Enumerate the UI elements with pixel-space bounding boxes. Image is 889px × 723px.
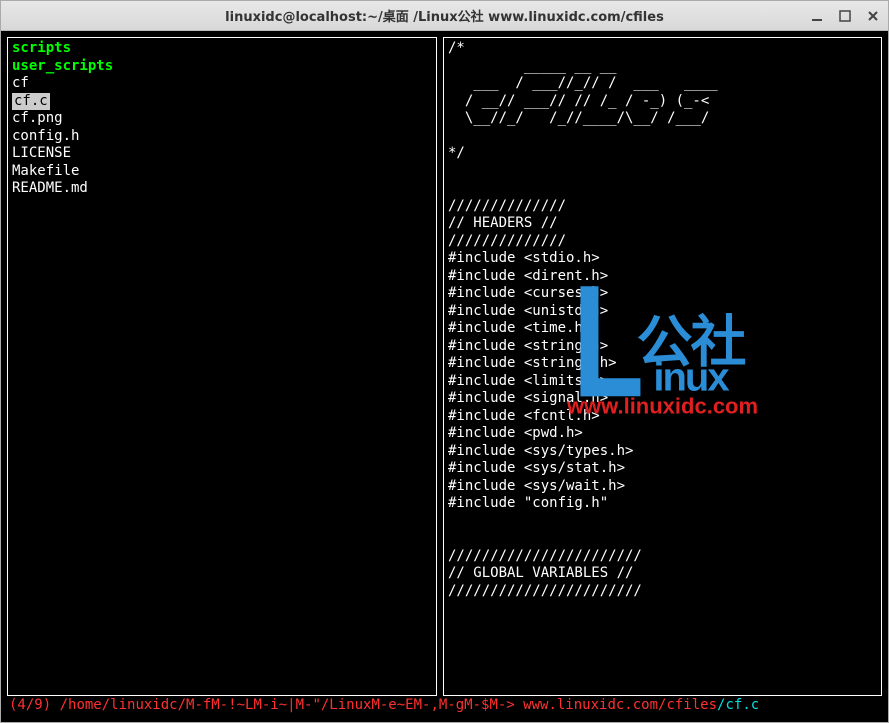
code-line: #include <sys/stat.h> (448, 460, 877, 478)
code-line: #include <curses.h> (448, 285, 877, 303)
code-line: #include <sys/wait.h> (448, 478, 877, 496)
panes-container: scriptsuser_scriptscfcf.ccf.pngconfig.hL… (7, 37, 882, 696)
status-counter: (4/9) (9, 697, 51, 715)
dir-entry[interactable]: user_scripts (12, 58, 432, 76)
file-entry[interactable]: cf.c (12, 93, 432, 111)
code-line: #include <strings.h> (448, 355, 877, 373)
code-line: // HEADERS // (448, 215, 877, 233)
file-entry[interactable]: LICENSE (12, 145, 432, 163)
code-line (448, 128, 877, 146)
code-line: */ (448, 145, 877, 163)
code-line: #include <time.h> (448, 320, 877, 338)
file-list-pane[interactable]: scriptsuser_scriptscfcf.ccf.pngconfig.hL… (7, 37, 437, 696)
file-entry[interactable]: README.md (12, 180, 432, 198)
code-line (448, 513, 877, 531)
code-line: #include <fcntl.h> (448, 408, 877, 426)
close-button[interactable] (864, 7, 882, 25)
file-entry[interactable]: config.h (12, 128, 432, 146)
code-line: /////////////////////// (448, 583, 877, 601)
code-line: #include <pwd.h> (448, 425, 877, 443)
file-entry[interactable]: Makefile (12, 163, 432, 181)
maximize-button[interactable] (836, 7, 854, 25)
code-line: #include <dirent.h> (448, 268, 877, 286)
code-line: /////////////////////// (448, 548, 877, 566)
code-line: #include <string.h> (448, 338, 877, 356)
code-line (448, 163, 877, 181)
window-controls (808, 7, 882, 25)
code-line: _____ __ __ (448, 58, 877, 76)
terminal-body[interactable]: scriptsuser_scriptscfcf.ccf.pngconfig.hL… (1, 31, 888, 722)
file-entry[interactable]: cf.png (12, 110, 432, 128)
code-line: ////////////// (448, 198, 877, 216)
code-line: #include <limits.h> (448, 373, 877, 391)
file-entry[interactable]: cf (12, 75, 432, 93)
window-title: linuxidc@localhost:~/桌面 /Linux公社 www.lin… (225, 6, 664, 25)
code-line (448, 180, 877, 198)
code-line: ////////////// (448, 233, 877, 251)
status-current-file: /cf.c (717, 697, 759, 715)
code-line: /* (448, 40, 877, 58)
code-line: #include <signal.h> (448, 390, 877, 408)
titlebar[interactable]: linuxidc@localhost:~/桌面 /Linux公社 www.lin… (1, 1, 888, 31)
status-bar: (4/9) /home/linuxidc/M-fM-!~LM-i~|M-"/Li… (7, 696, 882, 716)
dir-entry[interactable]: scripts (12, 40, 432, 58)
minimize-button[interactable] (808, 7, 826, 25)
terminal-window: linuxidc@localhost:~/桌面 /Linux公社 www.lin… (0, 0, 889, 723)
code-line: // GLOBAL VARIABLES // (448, 565, 877, 583)
code-line: ___ / ___//_// / ___ ____ (448, 75, 877, 93)
code-line: / __// ___// // /_ / -_) (_-< (448, 93, 877, 111)
code-line (448, 530, 877, 548)
code-line: #include <unistd.h> (448, 303, 877, 321)
status-path: /home/linuxidc/M-fM-!~LM-i~|M-"/LinuxM-e… (51, 697, 717, 715)
code-line: \__//_/ /_//____/\__/ /___/ (448, 110, 877, 128)
code-line: #include <stdio.h> (448, 250, 877, 268)
preview-pane[interactable]: /* _____ __ __ ___ / ___//_// / ___ ____… (443, 37, 882, 696)
code-line: #include <sys/types.h> (448, 443, 877, 461)
code-line: #include "config.h" (448, 495, 877, 513)
